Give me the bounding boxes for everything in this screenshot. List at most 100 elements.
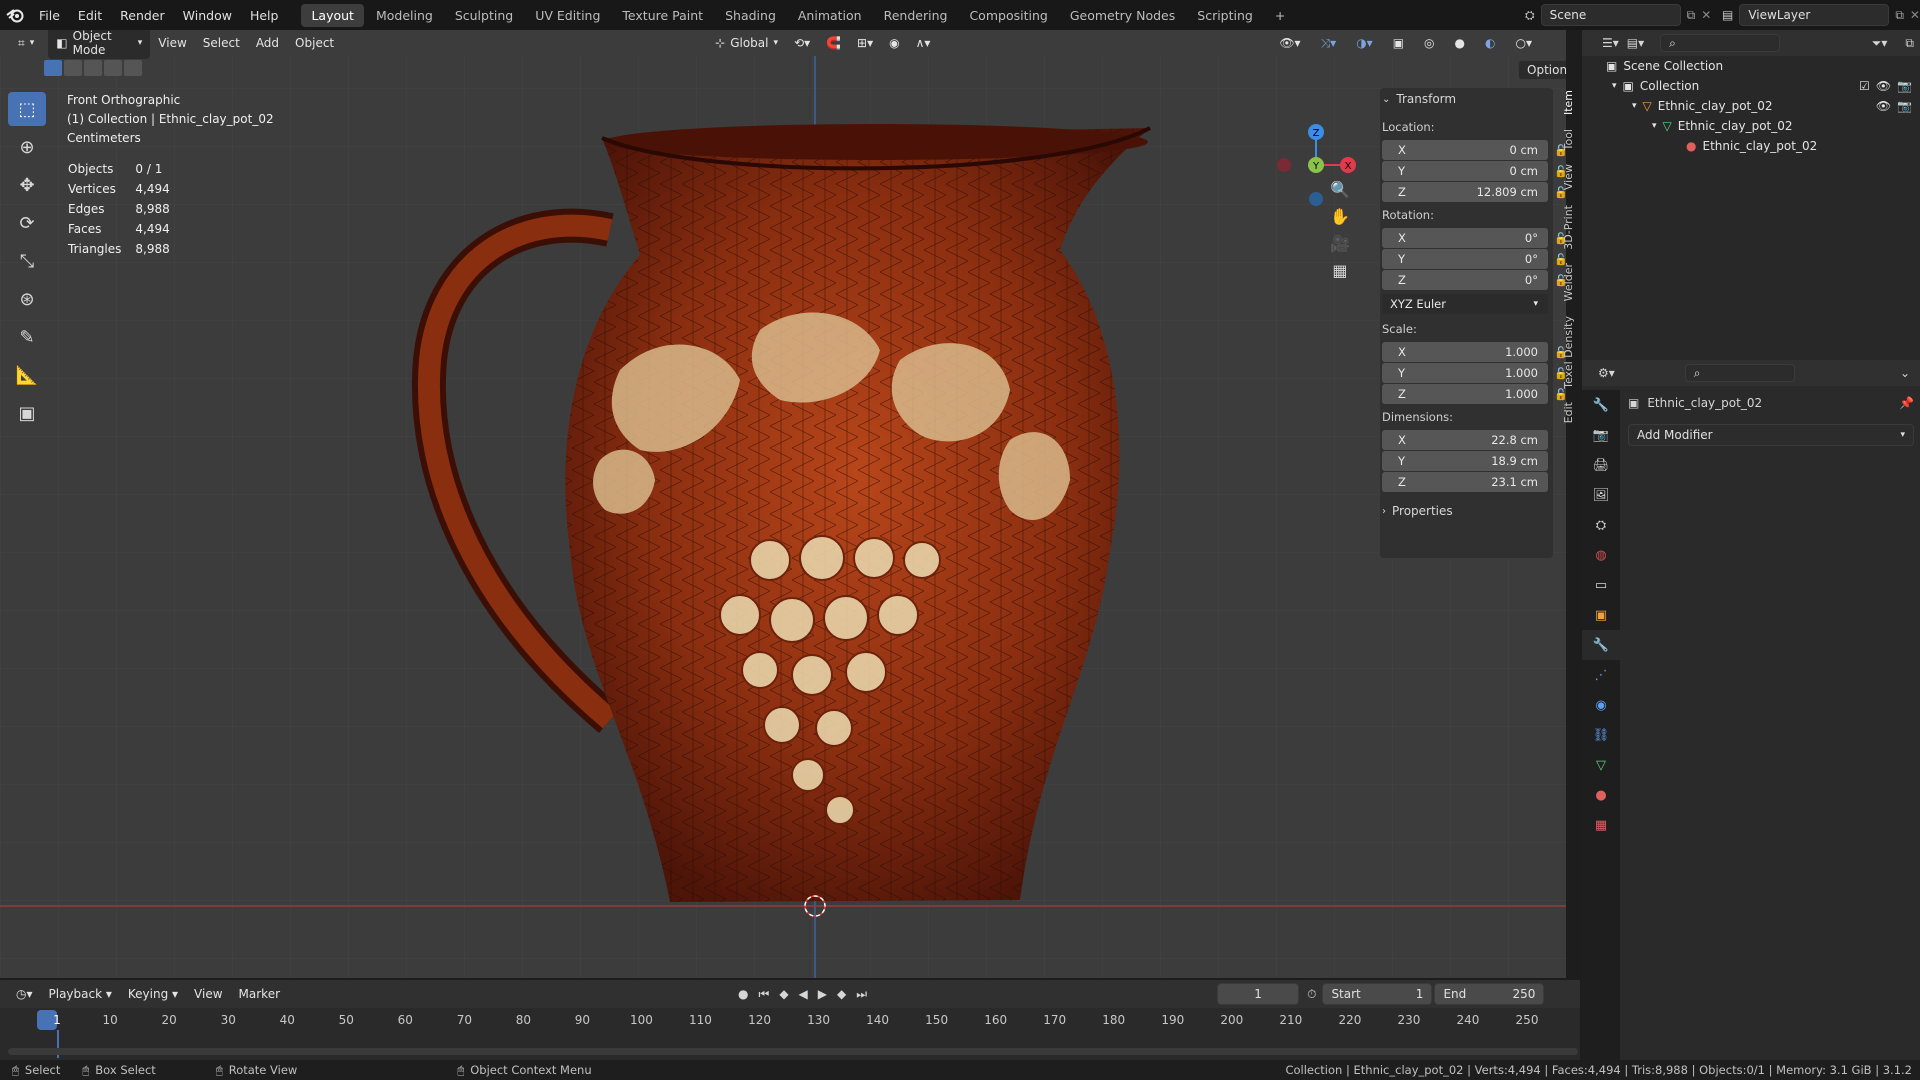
tab-layout[interactable]: Layout bbox=[301, 3, 364, 27]
material-shading-icon[interactable]: ◐ bbox=[1477, 36, 1503, 50]
transform-orientation-selector[interactable]: ⊹ Global ▾ bbox=[707, 34, 786, 52]
tab-rendering[interactable]: Rendering bbox=[874, 4, 958, 27]
clock-icon[interactable]: ⏱ bbox=[1307, 987, 1316, 1002]
timeline-editor-icon[interactable]: ◷▾ bbox=[8, 987, 41, 1001]
scale-tool[interactable]: ⤡ bbox=[8, 244, 46, 278]
properties-editor-icon[interactable]: ⚙▾ bbox=[1598, 366, 1615, 380]
texture-tab-icon[interactable]: ▦ bbox=[1582, 810, 1620, 840]
tab-modeling[interactable]: Modeling bbox=[366, 4, 443, 27]
rotation-mode-dropdown[interactable]: XYZ Euler ▾ bbox=[1382, 294, 1548, 314]
xray-icon[interactable]: ▣ bbox=[1385, 36, 1412, 50]
tab-texel-density[interactable]: Texel Density bbox=[1562, 316, 1575, 389]
menu-add[interactable]: Add bbox=[248, 36, 287, 50]
tab-item[interactable]: Item bbox=[1562, 90, 1575, 115]
location-x-field[interactable]: X0 cm 🔓 bbox=[1382, 140, 1566, 160]
select-invert-icon[interactable] bbox=[104, 60, 122, 76]
new-view-layer-icon[interactable]: ⧉ bbox=[1895, 8, 1904, 23]
tab-3d-print[interactable]: 3D-Print bbox=[1562, 205, 1575, 250]
scene-icon[interactable]: ⛭ bbox=[1525, 8, 1535, 23]
options-button[interactable]: Options▾ bbox=[1518, 60, 1566, 80]
blender-logo-icon[interactable] bbox=[0, 0, 30, 30]
particles-tab-icon[interactable]: ⋰ bbox=[1582, 660, 1620, 690]
collection-tab-icon[interactable]: ▭ bbox=[1582, 570, 1620, 600]
annotate-tool[interactable]: ✎ bbox=[8, 320, 46, 354]
select-new-icon[interactable] bbox=[44, 60, 62, 76]
menu-view[interactable]: View bbox=[150, 36, 194, 50]
tab-geometry-nodes[interactable]: Geometry Nodes bbox=[1060, 4, 1185, 27]
object-name[interactable]: Ethnic_clay_pot_02 bbox=[1647, 396, 1762, 410]
new-scene-icon[interactable]: ⧉ bbox=[1687, 8, 1696, 23]
constraints-tab-icon[interactable]: ⛓ bbox=[1582, 720, 1620, 750]
timeline-scrollbar[interactable] bbox=[8, 1048, 1578, 1055]
scene-tab-icon[interactable]: ⛭ bbox=[1582, 510, 1620, 540]
visibility-icon[interactable]: 👁▾ bbox=[1271, 36, 1308, 50]
tool-tab-icon[interactable]: 🔧 bbox=[1582, 390, 1620, 420]
chevron-down-icon[interactable]: ⌄ bbox=[1900, 366, 1910, 380]
select-box-tool[interactable]: ⬚ bbox=[8, 92, 46, 126]
view-layer-selector[interactable]: ViewLayer bbox=[1739, 4, 1890, 26]
select-extend-icon[interactable] bbox=[64, 60, 82, 76]
tab-texture-paint[interactable]: Texture Paint bbox=[612, 4, 713, 27]
camera-icon[interactable]: 📷 bbox=[1897, 79, 1912, 93]
end-frame-field[interactable]: End 250 bbox=[1434, 983, 1545, 1005]
transform-header[interactable]: ⌄ Transform bbox=[1382, 92, 1456, 106]
close-view-layer-icon[interactable]: ✕ bbox=[1910, 8, 1920, 22]
menu-keying[interactable]: Keying ▾ bbox=[120, 987, 186, 1001]
output-tab-icon[interactable]: 🖨 bbox=[1582, 450, 1620, 480]
snap-icon[interactable]: 🧲 bbox=[818, 36, 849, 50]
cursor-tool[interactable]: ⊕ bbox=[8, 130, 46, 164]
dimensions-y-field[interactable]: Y 18.9 cm bbox=[1382, 451, 1548, 471]
measure-tool[interactable]: 📐 bbox=[8, 358, 46, 392]
material-tab-icon[interactable]: ● bbox=[1582, 780, 1620, 810]
data-tab-icon[interactable]: ▽ bbox=[1582, 750, 1620, 780]
eye-icon[interactable]: 👁 bbox=[1876, 79, 1891, 93]
menu-edit[interactable]: Edit bbox=[69, 8, 111, 23]
add-modifier-button[interactable]: Add Modifier ▾ bbox=[1628, 424, 1914, 446]
menu-render[interactable]: Render bbox=[111, 8, 174, 23]
rotation-y-field[interactable]: Y 0° 🔓 bbox=[1382, 249, 1566, 269]
snap-target-icon[interactable]: ⊞▾ bbox=[849, 36, 881, 50]
tab-sculpting[interactable]: Sculpting bbox=[445, 4, 523, 27]
display-mode-icon[interactable]: ▤▾ bbox=[1627, 36, 1644, 50]
tab-compositing[interactable]: Compositing bbox=[959, 4, 1057, 27]
outliner-row-object[interactable]: ▾ ▽ Ethnic_clay_pot_02 👁 📷 bbox=[1632, 96, 1912, 116]
tab-edit[interactable]: Edit bbox=[1562, 402, 1575, 423]
scale-z-field[interactable]: Z 1.000 🔓 bbox=[1382, 384, 1566, 404]
scene-selector[interactable]: Scene bbox=[1540, 4, 1681, 26]
dimensions-z-field[interactable]: Z 23.1 cm bbox=[1382, 472, 1548, 492]
menu-playback[interactable]: Playback ▾ bbox=[41, 987, 120, 1001]
filter-icon[interactable]: ⏷▾ bbox=[1872, 36, 1888, 51]
modifier-tab-icon[interactable]: 🔧 bbox=[1582, 630, 1620, 660]
play-icon[interactable]: ▶ bbox=[818, 987, 827, 1001]
menu-view[interactable]: View bbox=[186, 987, 230, 1001]
transform-tool[interactable]: ⊛ bbox=[8, 282, 46, 316]
proportional-edit-icon[interactable]: ◉ bbox=[881, 36, 907, 50]
wireframe-shading-icon[interactable]: ◎ bbox=[1416, 36, 1442, 50]
pin-icon[interactable]: 📌 bbox=[1899, 396, 1914, 410]
tab-shading[interactable]: Shading bbox=[715, 4, 786, 27]
menu-marker[interactable]: Marker bbox=[231, 987, 288, 1001]
menu-help[interactable]: Help bbox=[241, 8, 288, 23]
prev-keyframe-icon[interactable]: ◆ bbox=[779, 987, 788, 1001]
outliner-row-scene-collection[interactable]: ▣ Scene Collection bbox=[1606, 56, 1723, 76]
rotation-x-field[interactable]: X 0° 🔓 bbox=[1382, 228, 1566, 248]
dimensions-x-field[interactable]: X 22.8 cm bbox=[1382, 430, 1548, 450]
record-icon[interactable]: ● bbox=[738, 987, 748, 1001]
menu-window[interactable]: Window bbox=[174, 8, 241, 23]
start-frame-field[interactable]: Start 1 bbox=[1322, 983, 1433, 1005]
zoom-icon[interactable]: 🔍 bbox=[1330, 180, 1350, 199]
location-z-field[interactable]: Z 12.809 cm 🔓 bbox=[1382, 182, 1566, 202]
camera-icon[interactable]: 🎥 bbox=[1330, 234, 1350, 253]
scale-x-field[interactable]: X 1.000 🔓 bbox=[1382, 342, 1566, 362]
world-tab-icon[interactable]: ◍ bbox=[1582, 540, 1620, 570]
scale-y-field[interactable]: Y 1.000 🔓 bbox=[1382, 363, 1566, 383]
tab-scripting[interactable]: Scripting bbox=[1187, 4, 1263, 27]
outliner-row-mesh-data[interactable]: ▾ ▽ Ethnic_clay_pot_02 bbox=[1652, 116, 1793, 136]
rendered-shading-icon[interactable]: ○▾ bbox=[1508, 36, 1541, 50]
rotation-z-field[interactable]: Z 0° 🔓 bbox=[1382, 270, 1566, 290]
view-layer-tab-icon[interactable]: 🖼 bbox=[1582, 480, 1620, 510]
play-reverse-icon[interactable]: ◀ bbox=[799, 987, 808, 1001]
outliner-search-input[interactable]: ⌕ bbox=[1660, 34, 1781, 52]
view-layer-icon[interactable]: ▤ bbox=[1722, 8, 1733, 22]
select-subtract-icon[interactable] bbox=[84, 60, 102, 76]
